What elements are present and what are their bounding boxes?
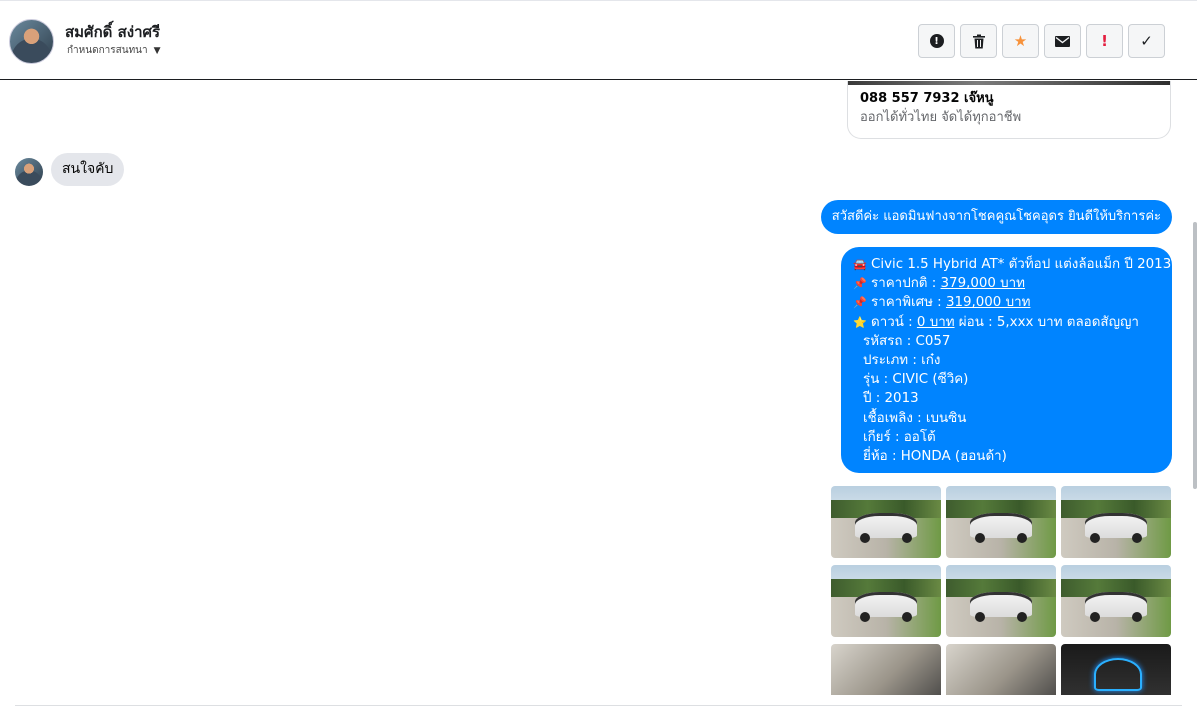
photo-car-rear[interactable] — [1061, 486, 1171, 558]
listing-detail: รหัสรถ : C057 — [863, 333, 951, 349]
car-icon: 🚘 — [853, 258, 867, 271]
photo-attachments — [831, 486, 1172, 695]
contact-avatar[interactable] — [9, 19, 54, 64]
photo-car-interior-seats[interactable] — [946, 644, 1056, 695]
header-toolbar: ! ★ ! ✓ — [918, 24, 1165, 58]
report-alert-button[interactable]: ! — [918, 24, 955, 58]
envelope-icon — [1055, 35, 1070, 47]
down-label: ดาวน์ : — [871, 314, 917, 330]
outgoing-listing-message: 🚘 Civic 1.5 Hybrid AT* ตัวท็อป แต่งล้อแม็… — [841, 247, 1172, 473]
down-value: 0 บาท — [916, 314, 955, 330]
listing-detail: ยี่ห้อ : HONDA (ฮอนด้า) — [863, 449, 1007, 465]
normal-price-value: 379,000 บาท — [940, 276, 1026, 292]
alert-circle-icon: ! — [929, 34, 944, 48]
conversation-schedule-label: กำหนดการสนทนา — [67, 45, 148, 56]
listing-detail: ปี : 2013 — [863, 391, 919, 407]
message-thread[interactable]: 088 557 7932 เจ๊หนู ออกได้ทั่วไทย จัดได้… — [0, 81, 1197, 695]
star-emoji-icon: ⭐ — [853, 315, 867, 329]
sender-avatar[interactable] — [15, 158, 43, 186]
done-button[interactable]: ✓ — [1128, 24, 1165, 58]
trash-icon — [972, 34, 985, 48]
shared-card-image — [848, 81, 1170, 85]
shared-card-subtitle: ออกได้ทั่วไทย จัดได้ทุกอาชีพ — [860, 110, 1022, 125]
listing-detail: เกียร์ : ออโต้ — [863, 429, 936, 445]
photo-car-side-right[interactable] — [1061, 565, 1171, 637]
contact-name[interactable]: สมศักดิ์ สง่าศรี — [65, 20, 160, 44]
thread-scrollbar[interactable] — [1193, 222, 1197, 489]
listing-detail: เชื้อเพลิง : เบนซิน — [863, 410, 967, 426]
normal-price-label: ราคาปกติ : — [871, 276, 941, 292]
listing-detail: รุ่น : CIVIC (ซีวิค) — [863, 372, 969, 388]
photo-car-rear-left[interactable] — [831, 565, 941, 637]
incoming-message: สนใจคับ — [51, 153, 125, 186]
shared-card-title: 088 557 7932 เจ๊หนู — [860, 91, 994, 106]
mail-button[interactable] — [1044, 24, 1081, 58]
shared-card[interactable]: 088 557 7932 เจ๊หนู ออกได้ทั่วไทย จัดได้… — [847, 81, 1171, 139]
exclamation-icon: ! — [1101, 32, 1108, 50]
outgoing-greeting-message: สวัสดีค่ะ แอดมินฟางจากโชคคูณโชคอุดร ยินด… — [820, 200, 1172, 234]
star-icon: ★ — [1013, 32, 1028, 50]
check-icon: ✓ — [1140, 32, 1153, 50]
installment-text: ผ่อน : 5,xxx บาท ตลอดสัญญา — [954, 314, 1139, 330]
listing-title: Civic 1.5 Hybrid AT* ตัวท็อป แต่งล้อแม็ก… — [871, 257, 1172, 272]
delete-button[interactable] — [960, 24, 997, 58]
listing-detail: ประเภท : เก๋ง — [863, 353, 941, 369]
pushpin-icon: 📌 — [853, 277, 867, 291]
important-button[interactable]: ! — [1086, 24, 1123, 58]
photo-car-front[interactable] — [946, 486, 1056, 558]
photo-car-interior-door[interactable] — [831, 644, 941, 695]
photo-car-front-3q[interactable] — [946, 565, 1056, 637]
composer-divider — [15, 705, 1182, 706]
photo-car-front-left[interactable] — [831, 486, 941, 558]
conversation-schedule-dropdown[interactable]: กำหนดการสนทนา ▼ — [67, 43, 161, 58]
special-price-value: 319,000 บาท — [945, 295, 1031, 311]
conversation-header: สมศักดิ์ สง่าศรี กำหนดการสนทนา ▼ ! ★ ! ✓ — [0, 0, 1197, 80]
caret-down-icon: ▼ — [153, 45, 161, 56]
special-price-label: ราคาพิเศษ : — [871, 295, 946, 311]
photo-car-dashboard[interactable] — [1061, 644, 1171, 695]
star-button[interactable]: ★ — [1002, 24, 1039, 58]
pushpin-icon: 📌 — [853, 296, 867, 310]
